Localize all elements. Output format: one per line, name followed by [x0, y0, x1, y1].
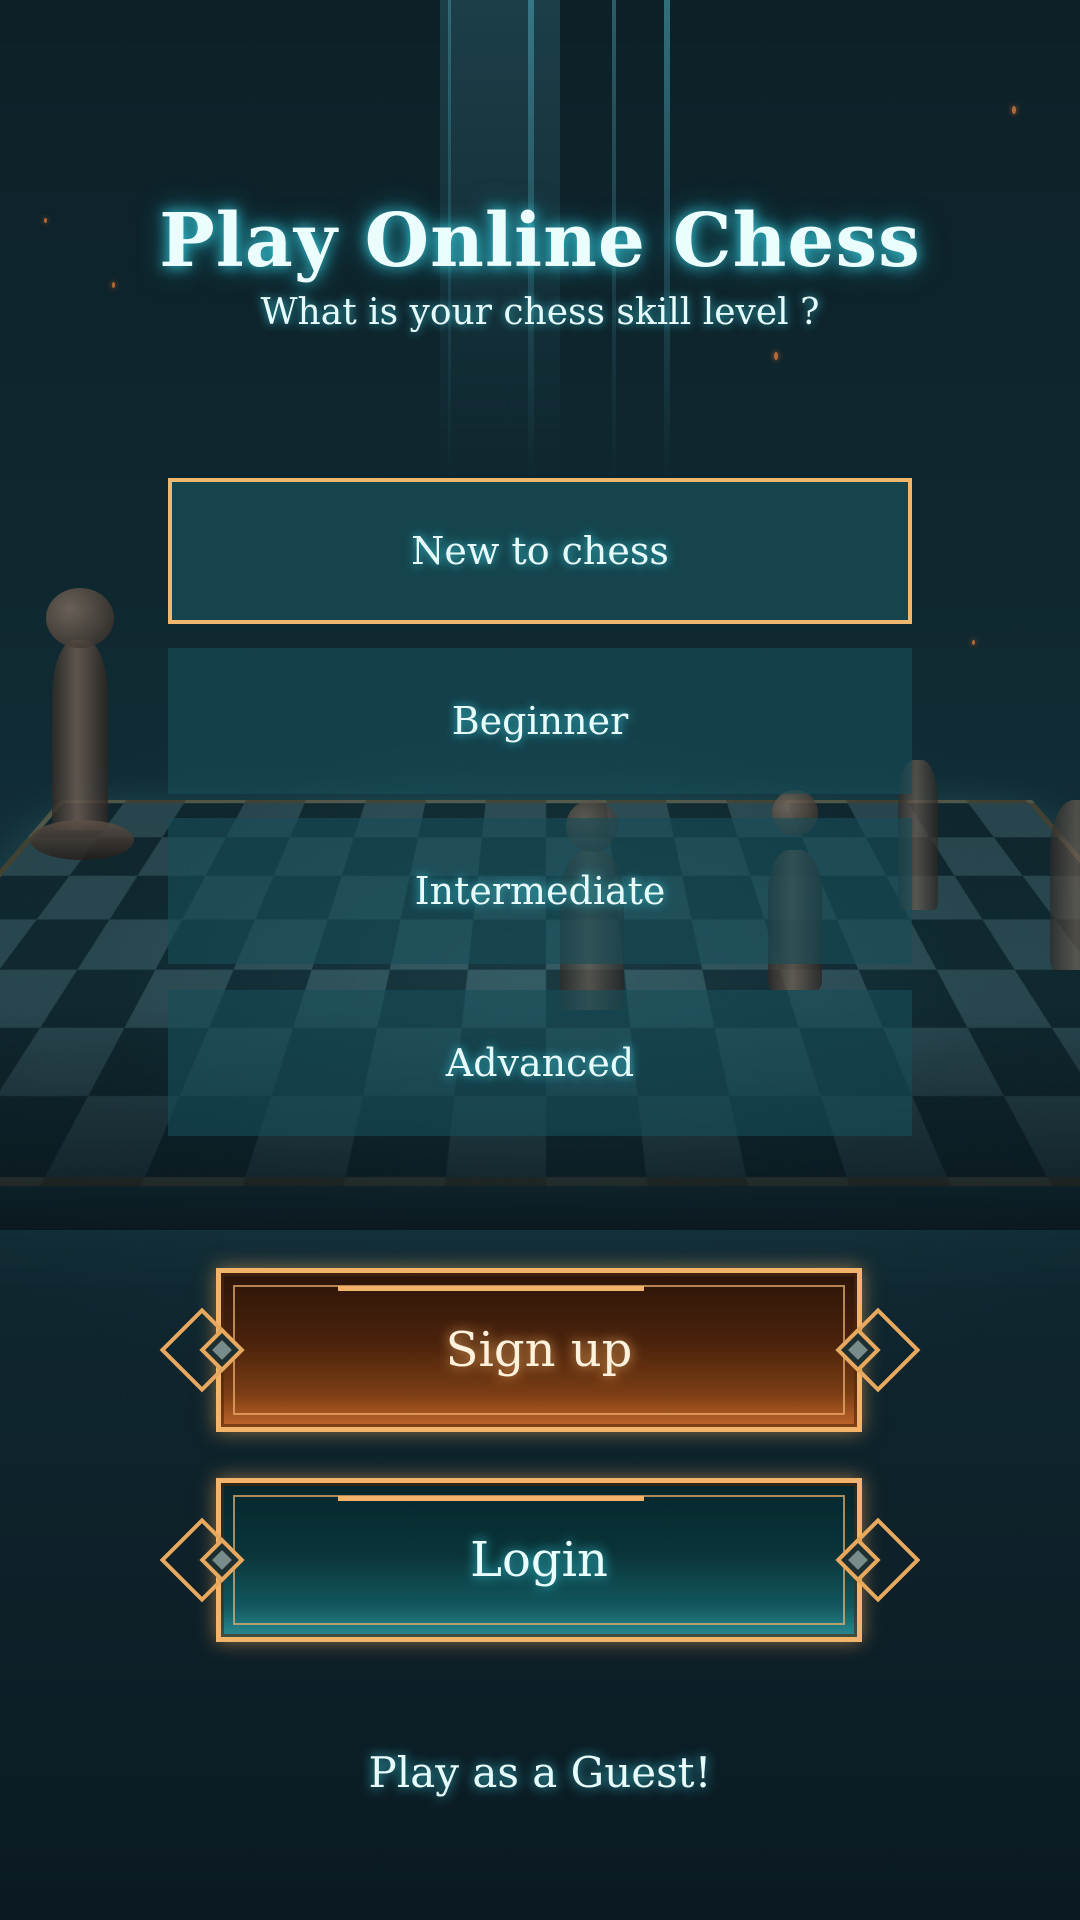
page-subtitle: What is your chess skill level ? — [0, 292, 1080, 333]
level-option-new-to-chess[interactable]: New to chess — [168, 478, 912, 624]
level-option-beginner[interactable]: Beginner — [168, 648, 912, 794]
level-option-label: Beginner — [452, 699, 629, 743]
ember-spark — [1012, 106, 1016, 114]
signup-button-label-wrap: Sign up — [216, 1268, 862, 1432]
king-piece-head — [46, 588, 114, 648]
signup-button[interactable]: Sign up — [168, 1268, 912, 1432]
king-piece — [52, 640, 108, 830]
level-option-label: Advanced — [446, 1041, 634, 1085]
login-button[interactable]: Login — [168, 1478, 912, 1642]
king-piece-base — [30, 820, 134, 860]
level-option-advanced[interactable]: Advanced — [168, 990, 912, 1136]
level-option-label: Intermediate — [415, 869, 666, 913]
level-option-label: New to chess — [411, 529, 669, 573]
login-button-label: Login — [470, 1532, 608, 1588]
app-screen: Play Online Chess What is your chess ski… — [0, 0, 1080, 1920]
ember-spark — [774, 352, 778, 360]
ember-spark — [972, 640, 975, 645]
play-as-guest-link[interactable]: Play as a Guest! — [0, 1748, 1080, 1797]
login-button-label-wrap: Login — [216, 1478, 862, 1642]
rook-piece — [1050, 800, 1080, 970]
signup-button-label: Sign up — [446, 1322, 633, 1378]
page-title: Play Online Chess — [0, 198, 1080, 284]
level-option-intermediate[interactable]: Intermediate — [168, 818, 912, 964]
